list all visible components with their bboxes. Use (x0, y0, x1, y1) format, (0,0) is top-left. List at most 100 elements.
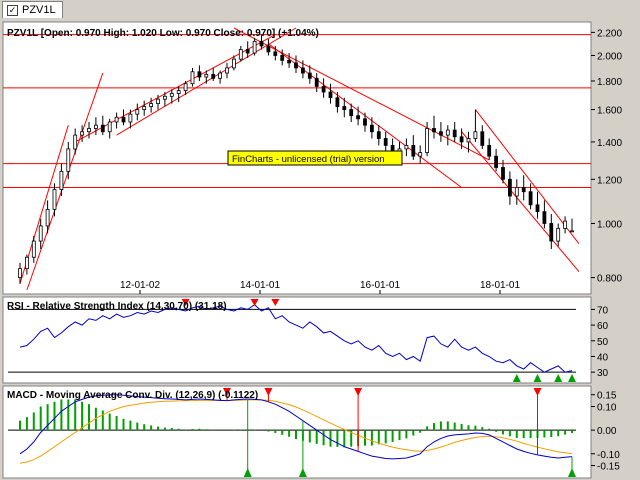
candle-body (369, 124, 374, 133)
x-tick-label: 18-01-01 (480, 280, 520, 291)
y-tick-label: 70 (597, 305, 609, 316)
candle-body (266, 45, 271, 53)
candle-body (238, 49, 243, 60)
candle-body (556, 227, 561, 242)
candle-body (521, 187, 526, 193)
candle-body (59, 170, 64, 191)
candle-body (52, 189, 57, 210)
candle-body (383, 138, 388, 146)
candle-body (18, 268, 22, 278)
candle-body (487, 145, 492, 157)
candle-body (466, 138, 471, 143)
candle-body (528, 191, 533, 206)
candle-body (169, 93, 174, 97)
macd-panel[interactable]: 0.150.10 0.00 -0.10-0.15 MACD - Moving Ave… (2, 385, 620, 479)
tab-label: PZV1L (22, 4, 56, 16)
tab-pzv1l[interactable]: ✓ PZV1L (2, 1, 63, 18)
candle-body (142, 106, 147, 110)
candle-body (321, 86, 326, 93)
x-tick-label: 16-01-01 (360, 280, 400, 291)
candle-body (404, 145, 409, 150)
x-tick-label: 12-01-02 (120, 280, 160, 291)
candle-body (176, 90, 181, 94)
candle-body (252, 40, 257, 54)
y-tick-label: 1.400 (597, 138, 622, 149)
candle-body (149, 103, 154, 107)
candle-body (287, 59, 292, 64)
candle-body (535, 204, 540, 213)
candle-body (218, 72, 223, 79)
candle-body (273, 51, 278, 56)
candle-body (128, 113, 133, 123)
candle-body (107, 121, 112, 133)
tab-bar: ✓ PZV1L (0, 0, 640, 20)
chart-window: ✓ PZV1L 0.800 1.000 1.200 1.400 1.600 1.800 2.… (0, 0, 640, 480)
y-tick-label: 1.800 (597, 77, 622, 88)
y-tick-label: 2.200 (597, 28, 622, 39)
candle-body (80, 131, 84, 136)
candle-body (190, 71, 195, 85)
y-tick-label: 1.600 (597, 106, 622, 117)
chart-canvas[interactable]: 0.800 1.000 1.200 1.400 1.600 1.800 2.000 2.200… (0, 20, 640, 480)
y-tick-label: 40 (597, 352, 609, 363)
candle-body (328, 91, 333, 99)
candle-body (259, 40, 264, 47)
candle-body (376, 131, 381, 139)
candle-body (121, 116, 126, 123)
y-tick-label: -0.10 (597, 450, 620, 461)
candle-body (300, 67, 305, 74)
rsi-panel[interactable]: 30 40 50 60 70 RSI - Relative Strength Index… (2, 296, 609, 384)
y-tick-label: 0.800 (597, 274, 622, 285)
candle-body (452, 129, 457, 138)
candle-body (342, 106, 347, 110)
candle-body (100, 124, 105, 133)
candle-body (211, 73, 216, 79)
macd-y-axis: 0.150.10 0.00 -0.10-0.15 (591, 391, 620, 473)
candle-body (114, 116, 119, 123)
y-tick-label: 0.10 (597, 403, 617, 414)
y-tick-label: 1.000 (597, 219, 622, 230)
candle-body (38, 225, 43, 242)
candle-body (459, 136, 464, 143)
candle-body (294, 62, 298, 69)
price-panel[interactable]: 0.800 1.000 1.200 1.400 1.600 1.800 2.000 2.200… (2, 21, 622, 295)
candle-body (501, 167, 505, 180)
candle-body (542, 211, 547, 224)
price-y-axis: 0.800 1.000 1.200 1.400 1.600 1.800 2.000 2.200 (591, 28, 622, 285)
candle-body (514, 187, 519, 197)
candle-body (349, 109, 354, 117)
candle-body (335, 97, 340, 107)
checkbox-icon[interactable]: ✓ (7, 4, 18, 16)
candle-body (480, 131, 485, 146)
y-tick-label: -0.15 (597, 462, 620, 473)
candle-body (94, 124, 98, 129)
y-tick-label: 0.00 (597, 426, 617, 437)
y-tick-label: 60 (597, 321, 609, 332)
candle-body (231, 58, 236, 69)
rsi-title: RSI - Relative Strength Index (14,30,70)… (7, 301, 227, 312)
candle-body (204, 73, 209, 78)
candle-body (411, 145, 416, 157)
y-tick-label: 1.200 (597, 175, 622, 186)
candle-body (356, 115, 361, 120)
candle-body (473, 131, 478, 139)
candle-body (162, 95, 167, 100)
candle-body (307, 72, 312, 79)
candle-body (494, 155, 499, 168)
candle-body (183, 83, 188, 92)
candle-body (197, 71, 202, 78)
candle-body (45, 208, 50, 227)
rsi-y-axis: 30 40 50 60 70 (591, 305, 609, 379)
candle-body (73, 134, 78, 150)
candle-body (563, 220, 567, 229)
candle-body (432, 128, 436, 133)
candle-body (418, 152, 423, 157)
candle-body (225, 67, 229, 74)
watermark-text: FinCharts - unlicensed (trial) version (232, 154, 385, 165)
candle-body (156, 98, 160, 104)
candle-body (245, 49, 250, 54)
y-tick-label: 0.15 (597, 391, 617, 402)
candle-body (425, 128, 430, 153)
candle-body (445, 129, 450, 136)
candle-body (549, 223, 554, 242)
